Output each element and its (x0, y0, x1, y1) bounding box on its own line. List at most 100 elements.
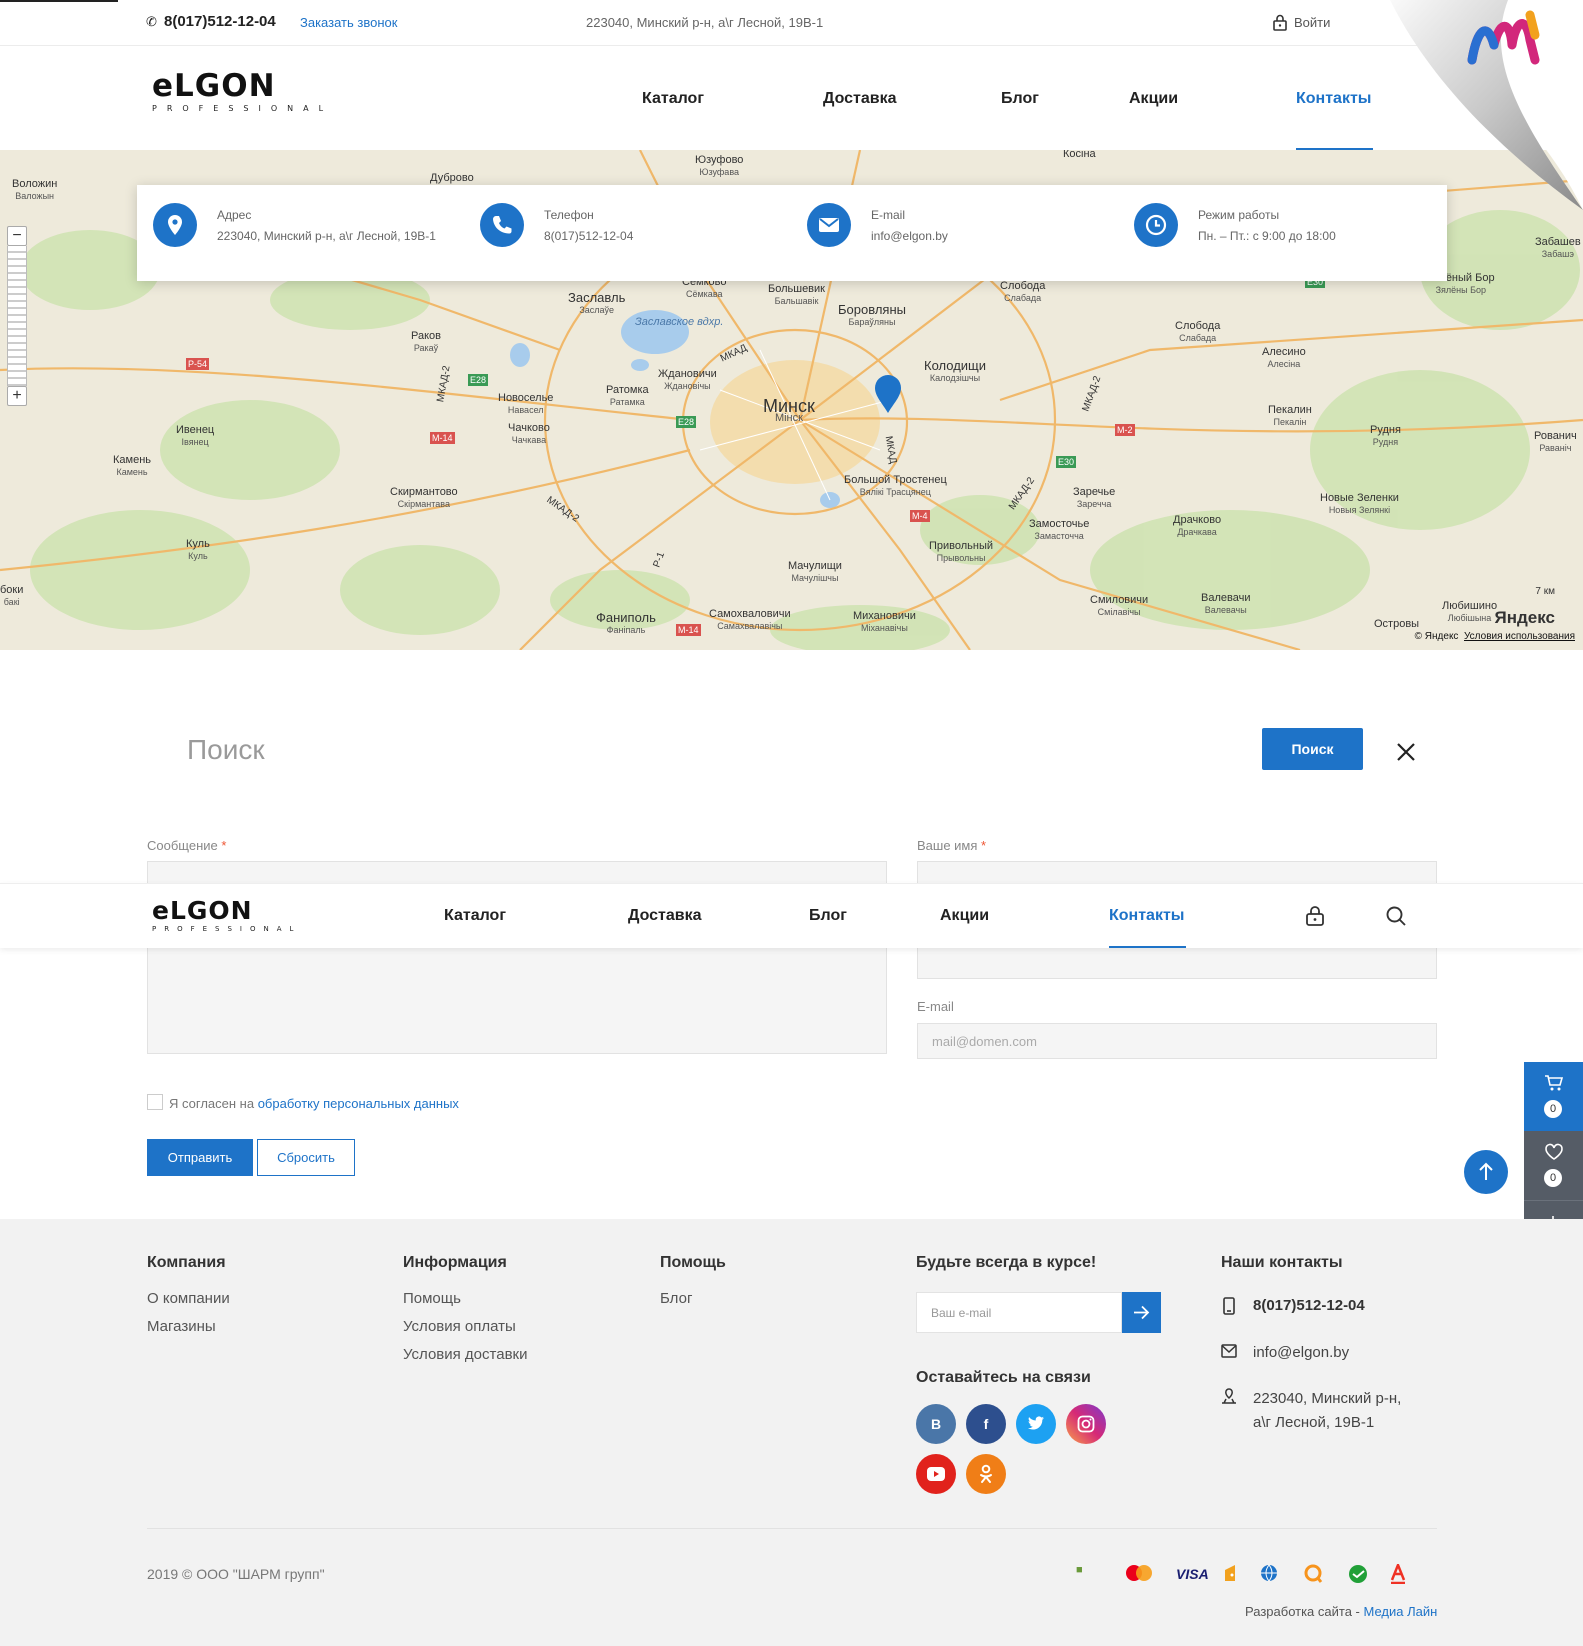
contacts-address: 223040, Минский р-н, а\г Лесной, 19В-1 (1253, 1387, 1401, 1435)
footer-link-blog[interactable]: Блог (660, 1290, 692, 1307)
map-label-machulischi: Мачулищи Мачулішчы (788, 560, 842, 583)
consent-checkbox[interactable] (147, 1094, 163, 1110)
contact-info-card: Адрес 223040, Минский р-н, а\г Лесной, 1… (137, 185, 1447, 281)
side-favorites[interactable]: 0 (1524, 1131, 1583, 1200)
footer-link-about[interactable]: О компании (147, 1290, 230, 1307)
map-label-ostrovy: Островы (1374, 618, 1420, 630)
cart-count: 0 (1544, 1100, 1562, 1118)
zoom-slider[interactable] (7, 246, 27, 386)
map-zoom-control[interactable]: − + (7, 226, 27, 406)
footer-link-payment[interactable]: Условия оплаты (403, 1318, 516, 1335)
sticky-header: eLGON PROFESSIONAL Каталог Доставка Блог… (0, 883, 1583, 948)
close-icon[interactable] (1394, 740, 1418, 764)
map-label-volozhin: Воложин Валожын (12, 178, 58, 201)
search-icon[interactable] (1385, 905, 1407, 927)
consent-link[interactable]: обработку персональных данных (258, 1096, 459, 1111)
newsletter-submit-button[interactable] (1122, 1292, 1161, 1333)
map-terms-link[interactable]: Условия использования (1464, 631, 1575, 642)
map-label-samokhvalovichi: Самохваловичи Самахвалавічы (709, 608, 791, 631)
top-phone[interactable]: ✆ 8(017)512-12-04 (146, 13, 276, 30)
map-label-pekalin: Пекалин Пекалін (1268, 404, 1312, 427)
contacts-phone[interactable]: 8(017)512-12-04 (1253, 1294, 1365, 1318)
info-phone-value[interactable]: 8(017)512-12-04 (544, 229, 633, 243)
sticky-nav-delivery[interactable]: Доставка (628, 907, 702, 925)
callback-link[interactable]: Заказать звонок (300, 15, 397, 30)
login-label: Войти (1294, 15, 1331, 30)
lock-icon[interactable] (1304, 905, 1326, 927)
send-button[interactable]: Отправить (147, 1139, 253, 1176)
footer-link-delivery[interactable]: Условия доставки (403, 1346, 527, 1363)
vk-icon[interactable]: B (916, 1404, 956, 1444)
info-email-title: E-mail (871, 208, 906, 222)
corner-peel-decor (1390, 0, 1583, 210)
visa-icon: VISA (1176, 1566, 1209, 1582)
instagram-icon[interactable] (1066, 1404, 1106, 1444)
map-label-smilovichi: Смиловичи Смілавічы (1090, 594, 1149, 617)
map-label-zamostochye: Замосточье Замасточча (1029, 518, 1090, 541)
sticky-nav-catalog[interactable]: Каталог (444, 907, 506, 925)
youtube-icon[interactable] (916, 1454, 956, 1494)
nav-catalog[interactable]: Каталог (642, 90, 704, 108)
footer-link-help[interactable]: Помощь (403, 1290, 461, 1307)
search-input[interactable]: Поиск (187, 734, 265, 766)
sticky-brand-logo[interactable]: eLGON PROFESSIONAL (152, 896, 301, 934)
map-label-drachkovo: Драчково Драчкава (1173, 514, 1222, 537)
search-button[interactable]: Поиск (1262, 728, 1363, 770)
map-label-zhdanovichi: Ждановичи Ждановічы (658, 368, 717, 391)
info-address-value: 223040, Минский р-н, а\г Лесной, 19В-1 (217, 229, 436, 243)
message-label: Сообщение * (147, 838, 227, 853)
clock-icon (1134, 203, 1178, 247)
yandex-logo[interactable]: Яндекс (1495, 608, 1555, 628)
map-label-mikhanovichi: Михановичи Міханавічы (853, 610, 916, 633)
sticky-brand-word: eLGON (152, 896, 253, 925)
zoom-in-button[interactable]: + (7, 386, 27, 406)
sticky-nav-promo[interactable]: Акции (940, 907, 989, 925)
map-label-dubrovo: Дуброво (430, 172, 474, 184)
email-field[interactable]: mail@domen.com (917, 1023, 1437, 1059)
map-label-rovanich: Рованич Раваніч (1534, 430, 1577, 453)
info-address-title: Адрес (217, 208, 252, 222)
arrow-right-icon (1134, 1305, 1150, 1320)
road-marker: М-14 (430, 432, 455, 444)
map-label-zarechye: Заречье Заречча (1073, 486, 1116, 509)
nav-blog[interactable]: Блог (1001, 90, 1039, 108)
info-email-value[interactable]: info@elgon.by (871, 229, 948, 243)
info-hours-value: Пн. – Пт.: с 9:00 до 18:00 (1198, 229, 1336, 243)
reset-button[interactable]: Сбросить (257, 1139, 355, 1176)
nav-contacts[interactable]: Контакты (1296, 90, 1371, 108)
sticky-nav-contacts[interactable]: Контакты (1109, 907, 1184, 925)
login-button[interactable]: Войти (1272, 14, 1330, 31)
map-label-alesino: Алесино Алесіна (1262, 346, 1306, 369)
brand-logo[interactable]: eLGON PROFESSIONAL (152, 70, 333, 113)
alfabank-icon (1390, 1561, 1406, 1587)
map-terms[interactable]: © Яндекс Условия использования (1415, 631, 1575, 642)
footer-copyright: 2019 © ООО "ШАРМ групп" (147, 1566, 325, 1582)
top-bar: ✆ 8(017)512-12-04 Заказать звонок 223040,… (0, 0, 1583, 46)
newsletter-email-input[interactable]: Ваш e-mail (916, 1292, 1122, 1333)
sberbank-icon (1348, 1564, 1368, 1587)
mobile-phone-icon (1223, 1297, 1235, 1315)
email-placeholder: mail@domen.com (932, 1034, 1037, 1049)
twitter-icon[interactable] (1016, 1404, 1056, 1444)
footer-link-stores[interactable]: Магазины (147, 1318, 216, 1335)
nav-delivery[interactable]: Доставка (823, 90, 897, 108)
favorites-count: 0 (1544, 1169, 1562, 1187)
lock-icon (1273, 14, 1287, 31)
scroll-to-top-button[interactable] (1464, 1150, 1508, 1194)
map-label-kamen: Камень Камень (113, 454, 152, 477)
phone-icon (480, 203, 524, 247)
sticky-nav-blog[interactable]: Блог (809, 907, 847, 925)
side-cart[interactable]: 0 (1524, 1062, 1583, 1131)
zoom-out-button[interactable]: − (7, 226, 27, 246)
map-label-chachkovo: Чачково Чачкава (508, 422, 550, 445)
odnoklassniki-icon[interactable] (966, 1454, 1006, 1494)
map-label-rudnya: Рудня Рудня (1370, 424, 1401, 447)
cart-icon (1545, 1075, 1564, 1091)
developer-link[interactable]: Медиа Лайн (1364, 1604, 1438, 1619)
top-phone-number[interactable]: 8(017)512-12-04 (164, 13, 276, 30)
facebook-icon[interactable]: f (966, 1404, 1006, 1444)
nav-promo[interactable]: Акции (1129, 90, 1178, 108)
map-label-reservoir: Заславское вдхр. (635, 316, 724, 328)
road-marker: Р-54 (186, 358, 210, 370)
contacts-email[interactable]: info@elgon.by (1253, 1341, 1349, 1365)
